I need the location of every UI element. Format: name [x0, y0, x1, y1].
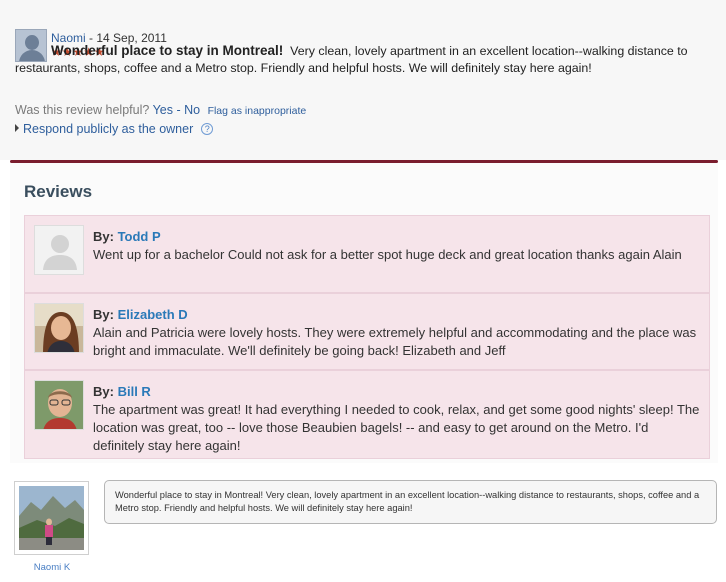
respond-owner-link[interactable]: Respond publicly as the owner? [15, 122, 214, 136]
by-label: By: [93, 229, 114, 244]
review-card-body: Went up for a bachelor Could not ask for… [93, 247, 682, 262]
by-label: By: [93, 384, 114, 399]
review-card-text: By: Elizabeth D Alain and Patricia were … [93, 306, 703, 360]
avatar[interactable] [34, 303, 84, 353]
user-photo-icon [35, 381, 83, 429]
review-title: Wonderful place to stay in Montreal! [51, 43, 284, 58]
helpful-no-link[interactable]: No [184, 103, 200, 117]
review-card-text: By: Bill R The apartment was great! It h… [93, 383, 703, 455]
vote-separator: - [172, 103, 185, 117]
helpful-yes-link[interactable]: Yes [153, 103, 173, 117]
flag-inappropriate-link[interactable]: Flag as inappropriate [208, 105, 307, 117]
default-user-icon [35, 226, 83, 274]
helpful-question: Was this review helpful? [15, 103, 150, 117]
review-card: By: Todd P Went up for a bachelor Could … [24, 215, 710, 293]
respond-owner-label: Respond publicly as the owner [23, 122, 194, 136]
expand-triangle-icon [15, 124, 19, 132]
reviews-heading: Reviews [24, 182, 93, 201]
review-card-body: Alain and Patricia were lovely hosts. Th… [93, 325, 697, 358]
review-card: By: Bill R The apartment was great! It h… [24, 370, 710, 459]
landscape-photo-icon [19, 486, 84, 550]
helpful-line: Was this review helpful? Yes - No Flag a… [15, 103, 306, 117]
by-label: By: [93, 307, 114, 322]
review-author-link[interactable]: Bill R [118, 384, 151, 399]
bubble-text: Wonderful place to stay in Montreal! Ver… [115, 490, 700, 513]
help-question-icon[interactable]: ? [201, 123, 214, 135]
review-body: Wonderful place to stay in Montreal! Ver… [15, 43, 715, 76]
review-author-link[interactable]: Todd P [118, 229, 161, 244]
review-card: By: Elizabeth D Alain and Patricia were … [24, 293, 710, 370]
avatar[interactable] [34, 380, 84, 430]
reviews-panel: Reviews By: Todd P Went up for a bachelo… [10, 163, 718, 463]
top-review: Naomi - 14 Sep, 2011 ★★★★★ Wonderful pla… [0, 0, 726, 160]
review-card-text: By: Todd P Went up for a bachelor Could … [93, 228, 703, 264]
photo-caption-link[interactable]: Naomi K [14, 562, 90, 573]
avatar[interactable] [34, 225, 84, 275]
review-author-link[interactable]: Elizabeth D [118, 307, 188, 322]
user-photo-icon [35, 304, 83, 352]
review-card-body: The apartment was great! It had everythi… [93, 402, 700, 453]
review-speech-bubble: Wonderful place to stay in Montreal! Ver… [104, 480, 717, 524]
reviewer-photo[interactable] [14, 481, 89, 555]
